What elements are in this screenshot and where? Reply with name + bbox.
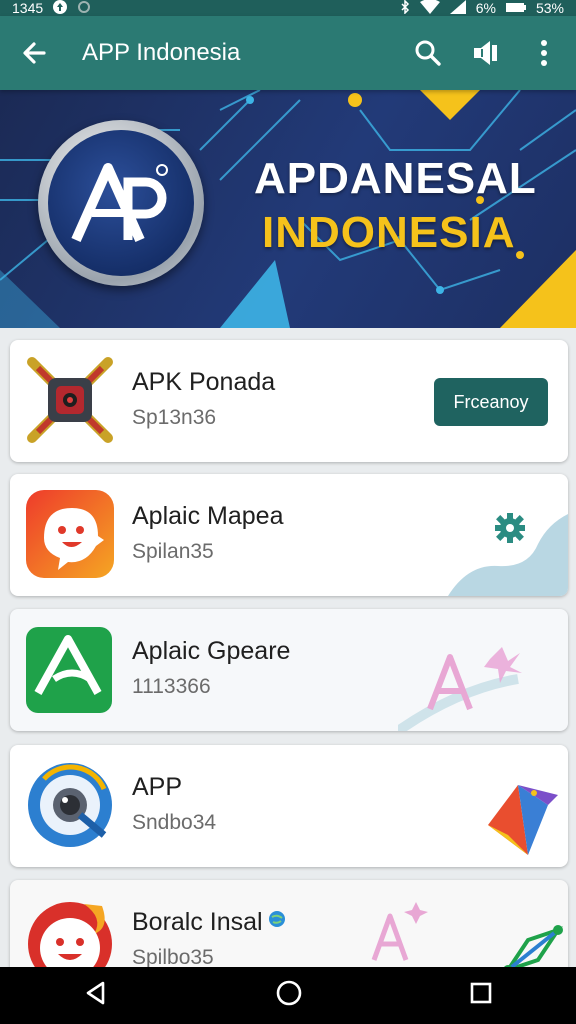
- sync-icon: [77, 0, 91, 16]
- status-bar: 1345 6% 53%: [0, 0, 576, 16]
- page-title: APP Indonesia: [82, 39, 241, 66]
- battery-percent: 53%: [535, 0, 564, 16]
- app-card[interactable]: APK Ponada Sp13n36 Frceanoy: [10, 340, 568, 462]
- bluetooth-icon: [400, 0, 410, 16]
- letter-a-decoration: [398, 647, 522, 731]
- app-subtitle: Spilan35: [132, 540, 214, 563]
- app-icon-robot: [24, 354, 116, 446]
- app-icon-lens: [24, 759, 116, 851]
- ap-logo-icon: [71, 163, 168, 243]
- app-card[interactable]: Aplaic Mapea Spilan35: [10, 474, 568, 596]
- battery-percent-small: 6%: [475, 0, 496, 16]
- app-name: Boralc Insal: [132, 908, 263, 936]
- shapes-decoration: [371, 902, 563, 975]
- app-subtitle: Sp13n36: [132, 406, 217, 429]
- app-card[interactable]: APP Sndbo34: [10, 745, 568, 867]
- app-card[interactable]: Aplaic Gpeare 1113366: [10, 609, 568, 731]
- app-icon-a-green: [24, 623, 116, 715]
- app-name: Aplaic Gpeare: [132, 637, 291, 665]
- app-icon-ghost: [24, 488, 116, 580]
- system-nav-bar: [0, 967, 576, 1024]
- nav-home-icon[interactable]: [275, 979, 303, 1012]
- speaker-icon[interactable]: [472, 39, 500, 67]
- search-icon[interactable]: [414, 39, 442, 67]
- app-name: APK Ponada: [132, 368, 276, 396]
- battery-icon: [505, 1, 526, 15]
- banner-logo: [38, 120, 204, 286]
- app-card[interactable]: Boralc Insal Spilbo35: [10, 880, 568, 980]
- back-arrow-icon[interactable]: [20, 39, 48, 67]
- gear-icon[interactable]: [494, 512, 526, 549]
- nav-recents-icon[interactable]: [469, 981, 493, 1010]
- upload-icon: [53, 0, 68, 16]
- nav-back-icon[interactable]: [83, 980, 109, 1011]
- banner-subtitle: INDONESIA: [262, 208, 516, 257]
- app-toolbar: APP Indonesia: [0, 16, 576, 90]
- hero-banner: APDANESAL INDONESIA: [0, 90, 576, 328]
- status-time: 1345: [12, 0, 44, 16]
- install-button[interactable]: Frceanoy: [434, 378, 548, 426]
- signal-icon: [449, 0, 466, 16]
- wifi-icon: [419, 0, 440, 16]
- kite-decoration: [488, 785, 558, 855]
- app-name: APP: [132, 773, 183, 801]
- app-subtitle: Sndbo34: [132, 811, 217, 834]
- app-name: Aplaic Mapea: [132, 502, 284, 530]
- banner-title: APDANESAL: [254, 154, 537, 203]
- globe-badge-icon: [268, 910, 286, 933]
- app-subtitle: 1113366: [132, 675, 211, 698]
- more-vert-icon[interactable]: [530, 39, 558, 67]
